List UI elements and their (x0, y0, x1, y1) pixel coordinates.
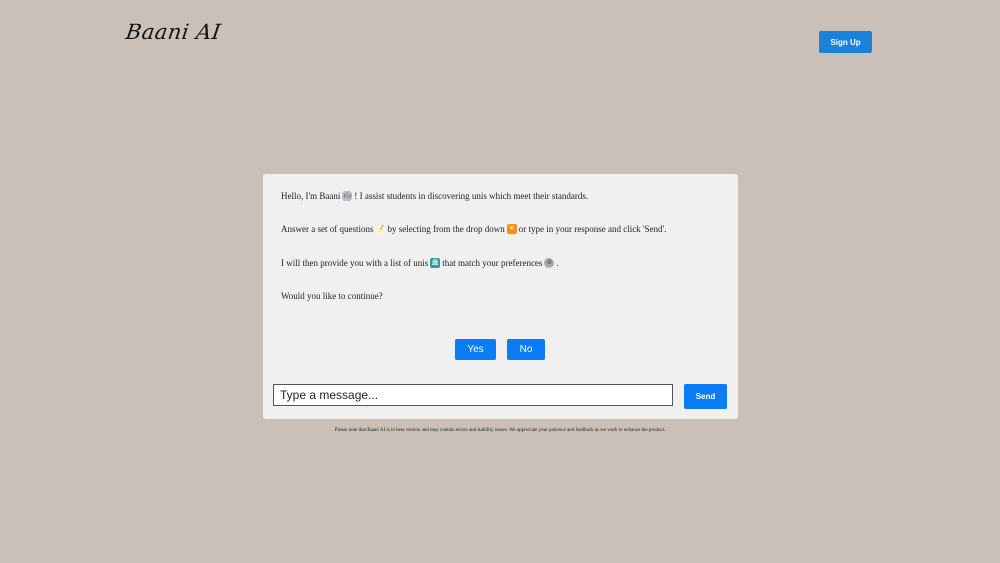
beta-disclaimer: Please note that Baani AI is in beta ver… (334, 428, 666, 433)
robot-icon: 🤖 (342, 191, 353, 201)
chat-message-instructions: Answer a set of questions 📝 by selecting… (281, 224, 666, 234)
gear-icon: ⚙ (544, 258, 555, 268)
message-text: I will then provide you with a list of u… (281, 258, 429, 268)
logo: Baani AI (124, 20, 223, 44)
message-text: Would you like to continue? (281, 291, 383, 301)
memo-icon: 📝 (375, 224, 386, 234)
message-text: that match your preferences (442, 258, 543, 268)
no-button[interactable]: No (507, 339, 545, 360)
message-input[interactable] (273, 384, 673, 406)
message-text: . (556, 258, 559, 268)
down-button-icon: 🔽 (506, 224, 517, 234)
message-text: Hello, I'm Baani (281, 191, 341, 201)
message-text: by selecting from the drop down (387, 224, 505, 234)
chat-message-question: Would you like to continue? (281, 291, 383, 301)
send-button[interactable]: Send (684, 384, 727, 409)
chat-message-results: I will then provide you with a list of u… (281, 258, 559, 268)
message-text: Answer a set of questions (281, 224, 374, 234)
sign-up-button[interactable]: Sign Up (819, 31, 872, 53)
chat-message-intro: Hello, I'm Baani 🤖 ! I assist students i… (281, 191, 588, 201)
message-text: or type in your response and click 'Send… (518, 224, 667, 234)
classical-building-icon: 🏛 (430, 258, 441, 268)
chat-panel: Hello, I'm Baani 🤖 ! I assist students i… (263, 174, 738, 419)
message-text: ! I assist students in discovering unis … (354, 191, 589, 201)
yes-button[interactable]: Yes (455, 339, 496, 360)
